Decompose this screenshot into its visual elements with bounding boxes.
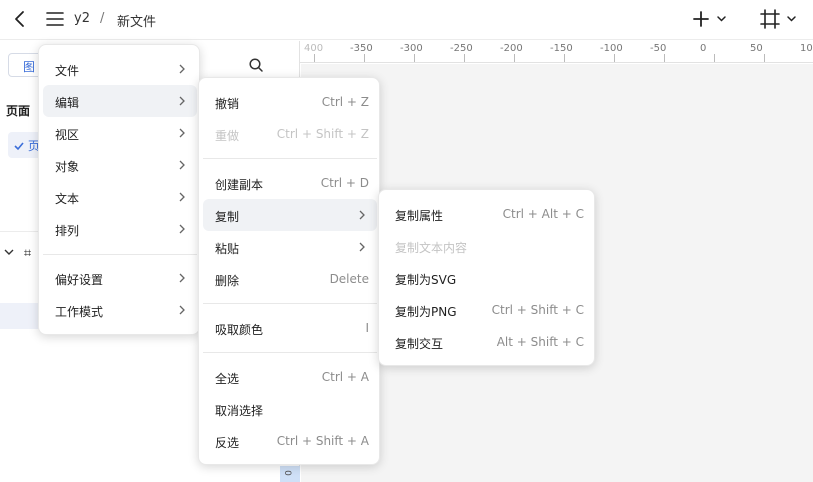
menu-item-file[interactable]: 文件 [43, 53, 197, 85]
chevron-down-icon [4, 249, 14, 255]
layer-frame-glyph: ⌗ [23, 246, 32, 261]
frame-icon [760, 9, 780, 29]
ruler-tick-line [664, 54, 665, 62]
menu-separator [203, 158, 377, 159]
ruler-tick-line [514, 54, 515, 62]
pages-title: 页面 [6, 104, 31, 118]
plus-icon [693, 11, 709, 27]
menu-separator [203, 303, 377, 304]
ruler-top: 400 -350 -300 -250 -200 -150 -100 -50 0 50 10 [300, 41, 813, 63]
menu-item-duplicate[interactable]: 创建副本 Ctrl + D [203, 167, 377, 199]
menu-item-preferences[interactable]: 偏好设置 [43, 262, 197, 294]
ruler-tick-line [414, 54, 415, 62]
ruler-tick-label: -150 [550, 43, 573, 54]
menu-item-deselect[interactable]: 取消选择 [203, 393, 377, 425]
breadcrumb-separator: / [100, 11, 105, 26]
frame-tool-button[interactable] [759, 8, 801, 30]
ruler-tick-line [764, 54, 765, 62]
ruler-tick-line [314, 54, 315, 62]
menu-item-select-all[interactable]: 全选 Ctrl + A [203, 361, 377, 393]
menu-item-copy[interactable]: 复制 [203, 199, 377, 231]
menu-item-work-mode[interactable]: 工作模式 [43, 294, 197, 326]
menu-item-arrange[interactable]: 排列 [43, 213, 197, 245]
menu-item-edit[interactable]: 编辑 [43, 85, 197, 117]
chevron-right-icon [179, 192, 185, 202]
ruler-tick-label: 10 [800, 43, 813, 54]
chevron-down-icon [717, 16, 726, 22]
ruler-tick-line [564, 54, 565, 62]
menu-item-object[interactable]: 对象 [43, 149, 197, 181]
ruler-tick-label: -100 [600, 43, 623, 54]
breadcrumb-project[interactable]: y2 [74, 11, 90, 26]
menu-item-copy-properties[interactable]: 复制属性 Ctrl + Alt + C [383, 198, 592, 230]
edit-submenu: 撤销 Ctrl + Z 重做 Ctrl + Shift + Z 创建副本 Ctrl +… [198, 77, 380, 465]
ruler-tick-label: -250 [450, 43, 473, 54]
hamburger-menu-icon[interactable] [45, 9, 65, 29]
ruler-tick-line [464, 54, 465, 62]
copy-submenu: 复制属性 Ctrl + Alt + C 复制文本内容 复制为SVG 复制为PNG C… [378, 189, 595, 366]
chevron-right-icon [179, 96, 185, 106]
search-icon[interactable] [248, 57, 264, 73]
ruler-tick-label: -200 [500, 43, 523, 54]
ruler-tick-label: -350 [350, 43, 373, 54]
menu-item-invert-selection[interactable]: 反选 Ctrl + Shift + A [203, 425, 377, 457]
chevron-down-icon [787, 16, 796, 22]
ruler-tick-label: 400 [304, 43, 324, 54]
ruler-tick-label: -50 [650, 43, 667, 54]
menu-item-undo[interactable]: 撤销 Ctrl + Z [203, 86, 377, 118]
menu-item-viewport[interactable]: 视区 [43, 117, 197, 149]
back-arrow-icon[interactable] [10, 9, 30, 29]
chevron-right-icon [179, 305, 185, 315]
menu-item-copy-svg[interactable]: 复制为SVG [383, 262, 592, 294]
menu-item-redo[interactable]: 重做 Ctrl + Shift + Z [203, 118, 377, 150]
menu-separator [43, 254, 197, 255]
main-menu: 文件 编辑 视区 对象 文本 排列 偏好设置 工作模式 [38, 44, 200, 335]
breadcrumb-file[interactable]: 新文件 [117, 11, 156, 30]
menu-separator [203, 352, 377, 353]
menu-item-paste[interactable]: 粘贴 [203, 231, 377, 263]
menu-item-copy-interaction[interactable]: 复制交互 Alt + Shift + C [383, 326, 592, 358]
add-button[interactable] [690, 8, 730, 30]
menu-item-delete[interactable]: 删除 Delete [203, 263, 377, 295]
ruler-left-marker: 0 [280, 466, 300, 482]
chevron-right-icon [179, 224, 185, 234]
ruler-tick-label: 50 [750, 43, 763, 54]
menu-item-copy-png[interactable]: 复制为PNG Ctrl + Shift + C [383, 294, 592, 326]
ruler-tick-line [364, 54, 365, 62]
chevron-right-icon [179, 128, 185, 138]
ruler-tick-label: 0 [700, 43, 707, 54]
check-icon [14, 142, 24, 151]
menu-item-text[interactable]: 文本 [43, 181, 197, 213]
ruler-tick-line [714, 54, 715, 62]
top-bar: y2 / 新文件 [0, 0, 813, 40]
menu-item-copy-text[interactable]: 复制文本内容 [383, 230, 592, 262]
menu-item-eyedropper[interactable]: 吸取颜色 I [203, 312, 377, 344]
chevron-right-icon [179, 64, 185, 74]
chevron-right-icon [179, 160, 185, 170]
chevron-right-icon [359, 210, 365, 220]
chevron-right-icon [359, 242, 365, 252]
chevron-right-icon [179, 273, 185, 283]
ruler-tick-label: -300 [400, 43, 423, 54]
ruler-tick-line [614, 54, 615, 62]
